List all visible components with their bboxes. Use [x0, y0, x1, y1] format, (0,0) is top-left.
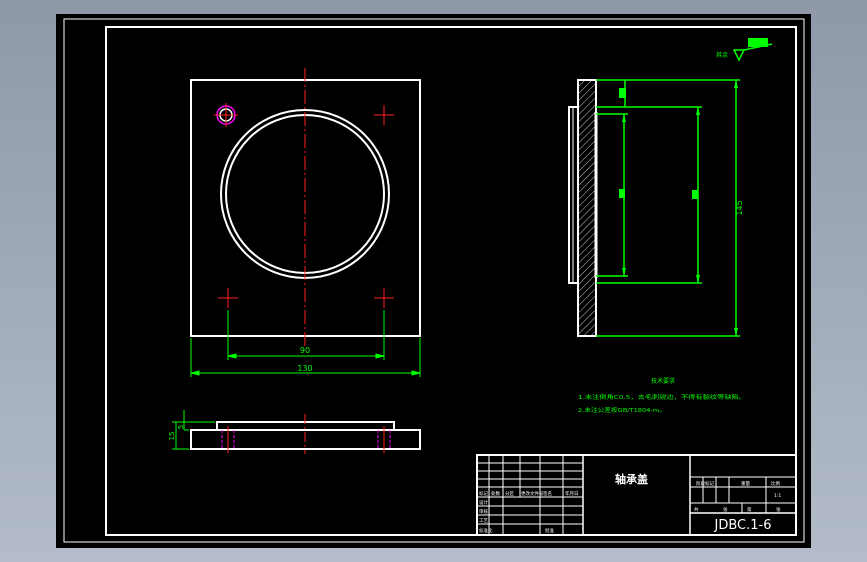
- hatched-plate-section: [577, 79, 597, 337]
- notes-line-2: 2.未注公差按GB/T1804-m。: [578, 406, 666, 414]
- svg-text:批准: 批准: [545, 527, 554, 534]
- svg-text:设计: 设计: [479, 499, 488, 506]
- svg-text:审核: 审核: [479, 508, 488, 515]
- svg-text:标记: 标记: [479, 490, 488, 497]
- cad-drawing: 90 130 15 5 145 其余 技术要求 1.未注倒角C0.5，去毛刺锐边…: [56, 14, 811, 548]
- dim-text-hole-spacing: 90: [300, 346, 310, 355]
- cad-window: 90 130 15 5 145 其余 技术要求 1.未注倒角C0.5，去毛刺锐边…: [0, 0, 867, 562]
- svg-text:张: 张: [776, 506, 781, 513]
- svg-text:阶段标记: 阶段标记: [696, 480, 714, 487]
- dim-text-total-thickness: 15: [168, 432, 176, 441]
- svg-text:分区: 分区: [505, 490, 514, 497]
- notes-heading: 技术要求: [651, 377, 675, 385]
- svg-text:比例: 比例: [771, 480, 780, 487]
- svg-text:重量: 重量: [741, 480, 750, 487]
- svg-text:1:1: 1:1: [774, 493, 781, 499]
- part-name: 轴承盖: [615, 472, 648, 486]
- svg-text:处数: 处数: [491, 490, 500, 497]
- dim-text-step-thickness: 5: [177, 425, 185, 429]
- dim-text-side-height: 145: [735, 200, 744, 215]
- svg-text:张: 张: [723, 506, 728, 513]
- svg-text:第: 第: [747, 506, 752, 513]
- svg-text:工艺: 工艺: [479, 518, 488, 524]
- svg-text:共: 共: [694, 506, 699, 513]
- dim-text-plate-width: 130: [297, 364, 312, 373]
- notes-line-1: 1.未注倒角C0.5，去毛刺锐边，不得有裂纹等缺陷。: [578, 393, 746, 401]
- svg-text:其余: 其余: [716, 51, 728, 59]
- svg-text:标准化: 标准化: [479, 527, 493, 534]
- svg-text:年月日: 年月日: [565, 490, 579, 497]
- svg-text:签名: 签名: [543, 490, 552, 497]
- svg-text:更改文件号: 更改文件号: [521, 490, 544, 497]
- drawing-number: JDBC.1-6: [714, 518, 772, 533]
